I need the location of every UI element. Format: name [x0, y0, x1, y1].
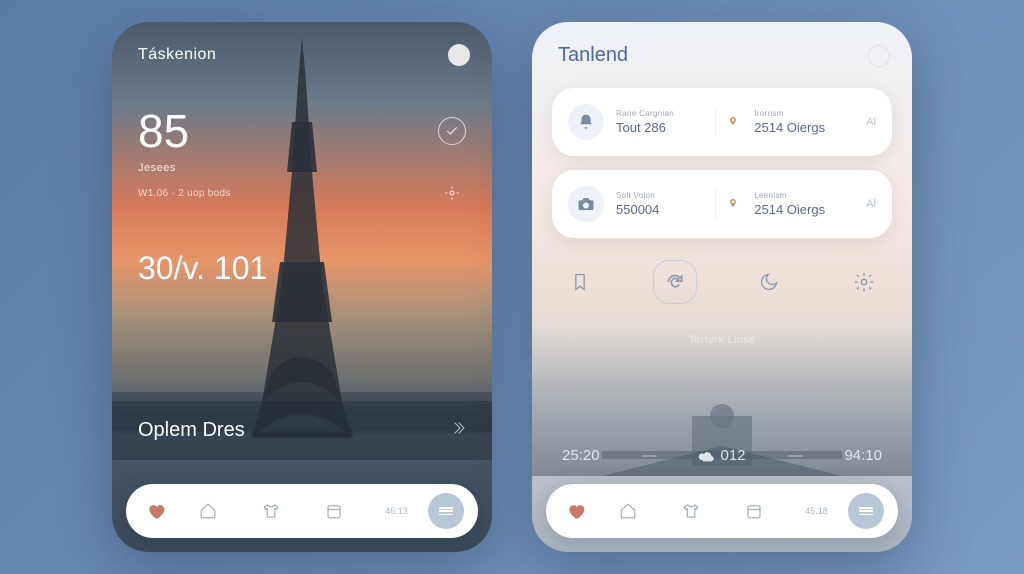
nav-label[interactable]: 46:13	[365, 506, 428, 516]
app-title: Táskenion	[138, 46, 216, 64]
bell-icon	[568, 104, 604, 140]
nav-menu-button[interactable]	[428, 493, 464, 529]
nav-menu-button[interactable]	[848, 493, 884, 529]
time-1: 25:20	[562, 447, 600, 464]
phone-screen-right: Tanlend Rarie Cargnian Tout 286 Irorrism…	[532, 22, 912, 552]
card-end: Al	[866, 116, 876, 128]
check-icon[interactable]	[438, 117, 466, 145]
camera-icon	[568, 186, 604, 222]
card-col-1: Rarie Cargnian Tout 286	[616, 109, 703, 135]
section-row[interactable]: Oplem Dres	[112, 401, 492, 460]
nav-home[interactable]	[596, 502, 659, 520]
main-sub: Jesees	[138, 162, 231, 174]
card-col-1: Solt Voion 550004	[616, 191, 703, 217]
side-actions	[438, 117, 466, 207]
city-illustration	[602, 396, 842, 476]
nav-apparel[interactable]	[239, 502, 302, 520]
refresh-icon[interactable]	[653, 260, 697, 304]
phone-screen-left: Táskenion 85 Jesees W1.06 · 2 uop bods 3…	[112, 22, 492, 552]
card-end: Al	[866, 198, 876, 210]
info-card-1[interactable]: Rarie Cargnian Tout 286 Irorrism 2514 Oi…	[552, 88, 892, 156]
moon-icon[interactable]	[747, 260, 791, 304]
caption: Terterk Linse	[532, 334, 912, 346]
nav-label[interactable]: 45.18	[785, 506, 848, 516]
info-card-2[interactable]: Solt Voion 550004 Leenism 2514 Oiergs Al	[552, 170, 892, 238]
card-col-2: Irorrism 2514 Oiergs	[754, 109, 850, 135]
mid-value: 30/v. 101	[138, 250, 267, 287]
app-title: Tanlend	[558, 44, 628, 67]
avatar[interactable]	[448, 44, 470, 66]
nav-home[interactable]	[176, 502, 239, 520]
nav-calendar[interactable]	[302, 502, 365, 520]
nav-calendar[interactable]	[722, 502, 785, 520]
star-icon[interactable]	[438, 179, 466, 207]
time-row: 25:20 — 012 — 94:10	[562, 447, 882, 464]
header: Táskenion	[138, 44, 470, 66]
time-3: 94:10	[844, 447, 882, 464]
bottom-nav: 45.18	[546, 484, 898, 538]
header: Tanlend	[558, 44, 890, 67]
avatar[interactable]	[868, 45, 890, 67]
nav-apparel[interactable]	[659, 502, 722, 520]
section-title: Oplem Dres	[138, 419, 245, 442]
bookmark-icon[interactable]	[558, 260, 602, 304]
settings-icon[interactable]	[842, 260, 886, 304]
location-pin-icon	[728, 115, 738, 130]
main-sub2: W1.06 · 2 uop bods	[138, 188, 231, 199]
nav-favorites[interactable]	[556, 501, 596, 521]
nav-favorites[interactable]	[136, 501, 176, 521]
action-row	[558, 260, 886, 304]
eiffel-tower-illustration	[232, 32, 372, 452]
cloud-icon	[698, 450, 714, 462]
bottom-nav: 46:13	[126, 484, 478, 538]
card-col-2: Leenism 2514 Oiergs	[754, 191, 850, 217]
chevron-icon	[450, 420, 466, 441]
time-2-group: 012	[698, 447, 745, 464]
main-number: 85	[138, 104, 231, 158]
location-pin-icon	[728, 197, 738, 212]
main-metric: 85 Jesees W1.06 · 2 uop bods	[138, 104, 231, 199]
